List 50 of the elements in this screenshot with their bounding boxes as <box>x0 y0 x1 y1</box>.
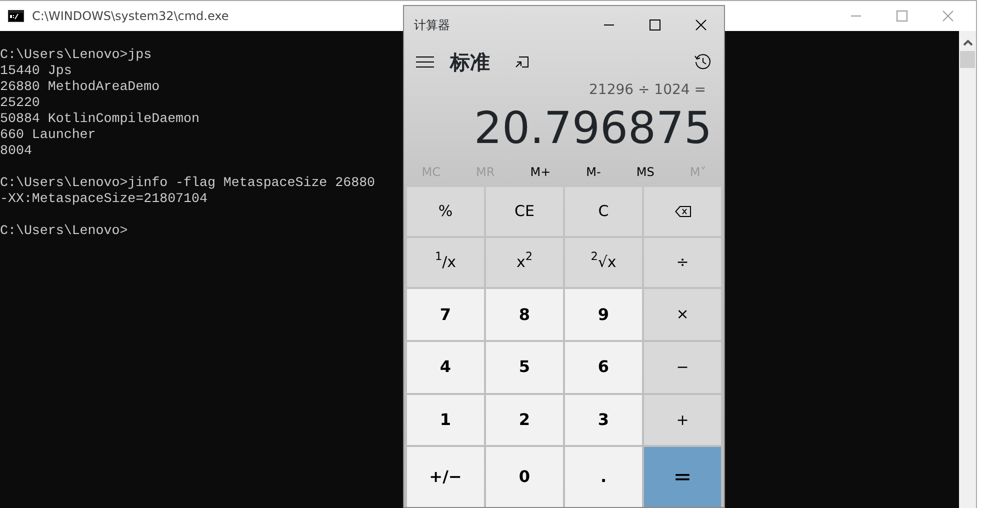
operator-button[interactable]: x$^{2}$ <box>486 238 563 288</box>
backspace-icon <box>674 206 690 218</box>
number-button[interactable]: 3 <box>565 394 642 446</box>
close-icon[interactable] <box>695 19 707 31</box>
console-line: 8004 <box>0 143 32 159</box>
operator-button[interactable]: $^{2}$√x <box>565 238 642 288</box>
number-button[interactable]: 8 <box>486 289 563 340</box>
history-icon[interactable] <box>694 53 712 71</box>
operator-button[interactable]: − <box>644 342 721 393</box>
operator-button[interactable]: + <box>644 394 721 446</box>
scrollbar-thumb[interactable] <box>960 51 975 68</box>
memory-button[interactable]: MS <box>628 163 662 181</box>
number-button[interactable]: 4 <box>407 342 484 393</box>
number-button[interactable]: . <box>565 447 642 507</box>
number-button[interactable]: 5 <box>486 342 563 393</box>
mode-title: 标准 <box>450 49 490 76</box>
operator-button[interactable]: CE <box>486 187 563 236</box>
console-line: 50884 KotlinCompileDaemon <box>0 111 200 127</box>
number-button[interactable]: 6 <box>565 342 642 393</box>
console-line: 660 Launcher <box>0 127 96 143</box>
scroll-up-icon[interactable] <box>962 39 972 47</box>
console-line: C:\Users\Lenovo>jps <box>0 47 152 63</box>
expression: 21296 ÷ 1024 = <box>588 81 707 100</box>
window-title: C:\WINDOWS\system32\cmd.exe <box>32 8 229 25</box>
console-line: C:\Users\Lenovo>jinfo -flag MetaspaceSize 26880 <box>0 175 376 191</box>
operator-button[interactable]: C <box>565 187 642 236</box>
menu-icon[interactable] <box>416 56 434 68</box>
console-line: 15440 Jps <box>0 63 72 79</box>
maximize-icon[interactable] <box>649 19 661 31</box>
equals-button[interactable]: = <box>644 447 721 507</box>
console-line: C:\Users\Lenovo> <box>0 223 128 239</box>
console-line: 25220 <box>0 95 40 111</box>
result-display: 20.796875 <box>473 102 713 156</box>
operator-button[interactable]: % <box>407 187 484 236</box>
keep-on-top-icon[interactable] <box>514 55 530 69</box>
console-line: 26880 MethodAreaDemo <box>0 79 160 95</box>
console-app-icon <box>8 10 24 22</box>
operator-button[interactable]: $^{1}$/x <box>407 238 484 288</box>
calculator-title: 计算器 <box>413 17 450 34</box>
memory-button[interactable]: M+ <box>522 163 559 181</box>
console-line: -XX:MetaspaceSize=21807104 <box>0 191 208 207</box>
memory-button[interactable]: M- <box>578 163 609 181</box>
operator-button[interactable]: × <box>644 289 721 340</box>
number-button[interactable]: 0 <box>486 447 563 507</box>
number-button[interactable]: 7 <box>407 289 484 340</box>
number-button[interactable]: +/− <box>407 447 484 507</box>
operator-button[interactable]: ÷ <box>644 238 721 288</box>
number-button[interactable]: 9 <box>565 289 642 340</box>
number-button[interactable]: 1 <box>407 394 484 446</box>
number-button[interactable]: 2 <box>486 394 563 446</box>
